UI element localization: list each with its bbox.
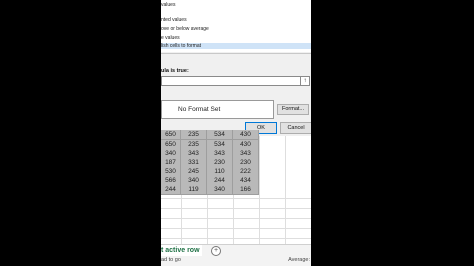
rule-type-item[interactable]: e values <box>161 35 180 41</box>
rule-type-item-selected[interactable]: lish cells to format <box>161 43 311 49</box>
divider <box>161 53 311 54</box>
worksheet-grid[interactable]: 650 235 534 430 650 235 534 430 340 343 … <box>161 130 311 244</box>
cell[interactable]: 119 <box>181 185 207 195</box>
format-preview: No Format Set <box>161 100 274 119</box>
rule-type-list: values nted values ove or below average … <box>161 0 311 52</box>
cell[interactable]: 166 <box>233 185 259 195</box>
cell[interactable]: 244 <box>161 185 181 195</box>
formula-input[interactable] <box>161 76 303 86</box>
cell[interactable]: 534 <box>207 130 233 140</box>
cancel-button[interactable]: Cancel <box>280 122 311 134</box>
cell[interactable]: 235 <box>181 130 207 140</box>
rule-type-item[interactable]: values <box>161 2 175 8</box>
cell[interactable]: 650 <box>161 130 181 140</box>
preview-text: No Format Set <box>178 106 221 113</box>
add-sheet-icon[interactable]: + <box>211 246 221 256</box>
cell[interactable]: 340 <box>207 185 233 195</box>
collapse-dialog-icon[interactable]: ↑ <box>300 76 310 86</box>
format-button[interactable]: Format... <box>277 104 309 115</box>
status-bar: ad to go Average: <box>161 256 311 266</box>
status-ready-text: ad to go <box>161 257 181 263</box>
status-average: Average: <box>288 257 310 263</box>
formula-label: ula is true: <box>161 68 189 74</box>
new-formatting-rule-dialog: values nted values ove or below average … <box>161 0 311 136</box>
excel-window: values nted values ove or below average … <box>161 0 311 266</box>
cell[interactable]: 430 <box>233 130 259 140</box>
rule-type-item[interactable]: nted values <box>161 17 187 23</box>
rule-type-item[interactable]: ove or below average <box>161 26 209 32</box>
